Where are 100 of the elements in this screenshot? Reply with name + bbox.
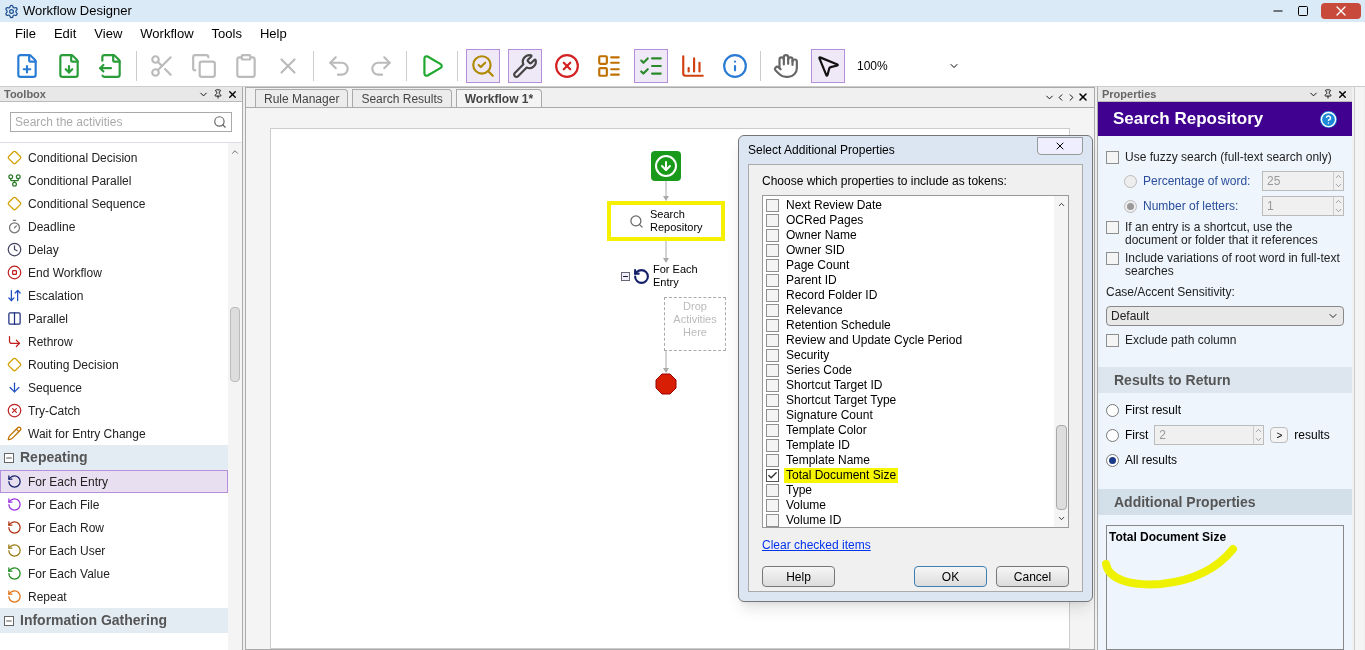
scrollbar[interactable] (1354, 87, 1364, 650)
collapse-toggle[interactable] (621, 271, 630, 281)
document-tab[interactable]: Rule Manager (255, 89, 349, 107)
checkbox[interactable] (766, 229, 779, 242)
checkbox[interactable] (766, 289, 779, 302)
checkbox[interactable] (1106, 150, 1119, 164)
toolbar-button[interactable] (811, 48, 845, 83)
dialog-button[interactable]: OK (914, 566, 987, 587)
checkbox[interactable] (766, 199, 779, 212)
scrollbar[interactable] (228, 143, 242, 650)
checkbox[interactable] (766, 499, 779, 512)
activity-item[interactable]: End Workflow (0, 261, 228, 284)
property-option[interactable]: Shortcut Target Type (784, 393, 899, 408)
down-icon[interactable] (1334, 206, 1343, 215)
checkbox[interactable] (766, 364, 779, 377)
checkbox[interactable] (766, 259, 779, 272)
activity-item[interactable]: Conditional Sequence (0, 192, 228, 215)
pin-icon[interactable] (213, 89, 223, 99)
checkbox[interactable] (766, 379, 779, 392)
start-node-icon[interactable] (651, 151, 681, 181)
activity-item[interactable]: Routing Decision (0, 353, 228, 376)
document-tab[interactable]: Search Results (352, 89, 452, 107)
property-option[interactable]: Signature Count (784, 408, 875, 423)
end-node-icon[interactable] (655, 373, 677, 395)
checkbox[interactable] (766, 469, 779, 482)
close-button[interactable] (1037, 137, 1083, 155)
checkbox[interactable] (766, 274, 779, 287)
menu-item[interactable]: Help (259, 23, 287, 44)
property-option[interactable]: Volume (784, 498, 829, 513)
checkbox[interactable] (766, 394, 779, 407)
property-option[interactable]: Template Name (784, 453, 873, 468)
property-option[interactable]: Retention Schedule (784, 318, 893, 333)
activity-item[interactable]: Escalation (0, 284, 228, 307)
menu-item[interactable]: Edit (53, 23, 77, 44)
help-icon[interactable] (1320, 110, 1337, 128)
close-icon[interactable] (1077, 91, 1089, 103)
up-icon[interactable] (1334, 197, 1343, 206)
property-option[interactable]: Owner Name (784, 228, 859, 243)
checkbox[interactable] (766, 304, 779, 317)
checkbox[interactable] (766, 244, 779, 257)
radio-button[interactable] (1106, 403, 1119, 417)
up-icon[interactable] (1254, 426, 1264, 435)
property-option[interactable]: Security (784, 348, 832, 363)
activity-item[interactable]: For Each Value (0, 562, 228, 585)
activity-item[interactable]: Wait for Entry Change (0, 422, 228, 445)
property-option[interactable]: Owner SID (784, 243, 847, 258)
scroll-thumb[interactable] (230, 307, 240, 382)
up-icon[interactable] (1334, 172, 1343, 181)
activity-item[interactable]: For Each Row (0, 516, 228, 539)
activity-item[interactable]: For Each Entry (0, 470, 228, 493)
property-option[interactable]: Series Code (784, 363, 855, 378)
dialog-button[interactable]: Cancel (996, 566, 1069, 587)
activity-item[interactable]: Sequence (0, 376, 228, 399)
scroll-thumb[interactable] (1055, 425, 1067, 510)
radio-button[interactable] (1124, 174, 1137, 188)
property-option[interactable]: Page Count (784, 258, 852, 273)
menu-item[interactable]: Workflow (140, 23, 194, 44)
checkbox[interactable] (766, 349, 779, 362)
activity-item[interactable]: Delay (0, 238, 228, 261)
property-option[interactable]: Next Review Date (784, 198, 885, 213)
dialog-button[interactable]: Help (762, 566, 835, 587)
activity-item[interactable]: For Each User (0, 539, 228, 562)
activity-item[interactable]: Rethrow (0, 330, 228, 353)
menu-item[interactable]: File (15, 23, 36, 44)
property-option[interactable]: Record Folder ID (784, 288, 880, 303)
maximize-icon[interactable] (1297, 5, 1309, 17)
checkbox[interactable] (766, 214, 779, 227)
close-icon[interactable] (227, 88, 238, 100)
property-option[interactable]: Parent ID (784, 273, 839, 288)
activity-item[interactable]: Deadline (0, 215, 228, 238)
document-tab[interactable]: Workflow 1* (455, 89, 543, 107)
toolbar-button[interactable] (508, 48, 542, 83)
scroll-down-icon[interactable] (1056, 514, 1066, 523)
category-header[interactable]: Information Gathering (0, 608, 228, 633)
activity-node[interactable]: Search Repository (607, 201, 725, 241)
down-icon[interactable] (1254, 435, 1264, 444)
property-option[interactable]: Template ID (784, 438, 853, 453)
activity-item[interactable]: Conditional Decision (0, 146, 228, 169)
scroll-up-icon[interactable] (230, 147, 240, 157)
radio-button[interactable] (1124, 199, 1137, 213)
property-option[interactable]: Volume ID (784, 513, 844, 528)
loop-node[interactable]: For Each Entry (653, 263, 701, 289)
activity-item[interactable]: Conditional Parallel (0, 169, 228, 192)
activity-item[interactable]: Repeat (0, 585, 228, 608)
checkbox[interactable] (1106, 333, 1119, 347)
checkbox[interactable] (1106, 252, 1119, 265)
property-option[interactable]: OCRed Pages (784, 213, 866, 228)
checkbox[interactable] (766, 319, 779, 332)
checkbox[interactable] (766, 424, 779, 437)
scroll-up-icon[interactable] (1056, 200, 1066, 209)
radio-button[interactable] (1106, 428, 1119, 442)
scrollbar[interactable] (1054, 196, 1068, 527)
checkbox[interactable] (766, 484, 779, 497)
category-header[interactable]: Repeating (0, 445, 228, 470)
clear-link[interactable]: Clear checked items (762, 536, 1069, 554)
activity-item[interactable]: Try-Catch (0, 399, 228, 422)
menu-item[interactable]: View (94, 23, 123, 44)
pin-icon[interactable] (1323, 89, 1333, 99)
sensitivity-select[interactable]: Default (1106, 306, 1344, 326)
checkbox[interactable] (766, 439, 779, 452)
